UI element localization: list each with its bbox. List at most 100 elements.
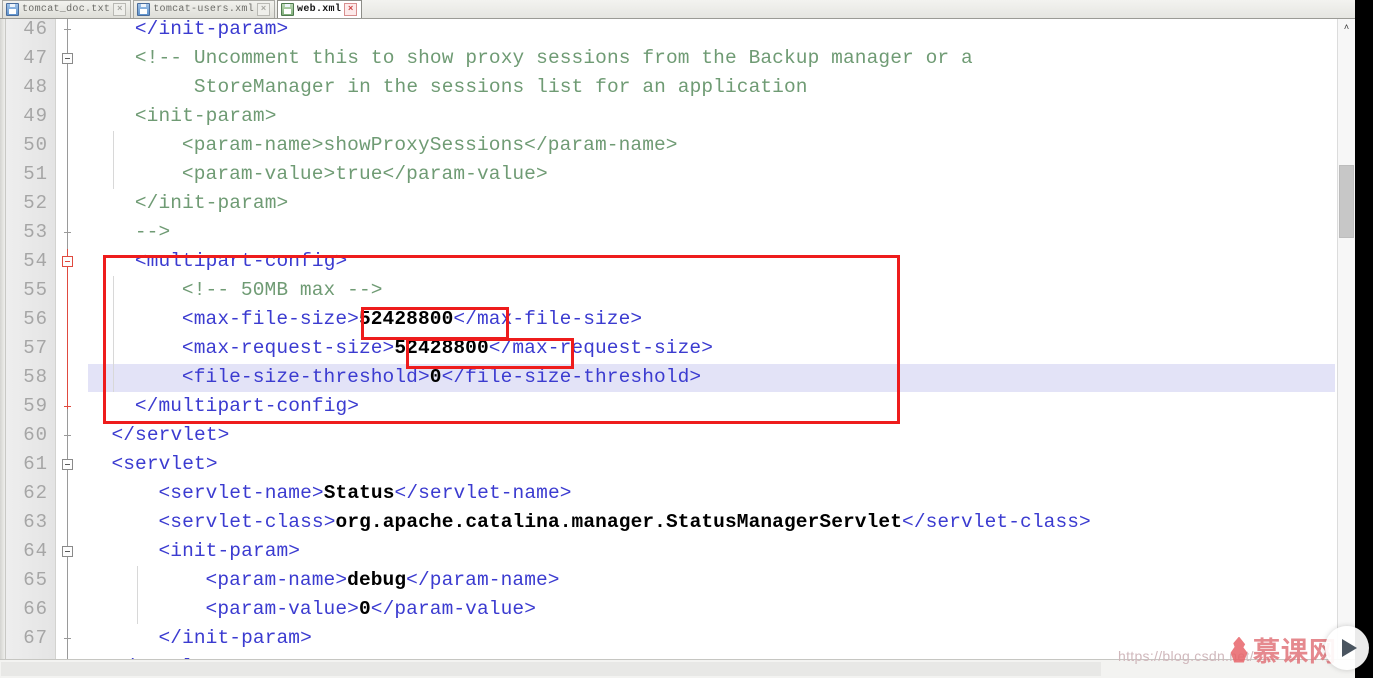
code-line[interactable]: --> <box>135 218 170 247</box>
code-line[interactable]: <max-file-size>52428800</max-file-size> <box>158 305 642 334</box>
floppy-disk-icon <box>281 3 295 16</box>
code-tag: </servlet-class> <box>902 511 1091 533</box>
code-tag: </max-request-size> <box>488 337 714 359</box>
code-line[interactable]: <param-name>showProxySessions</param-nam… <box>158 131 678 160</box>
code-line[interactable]: <param-value>true</param-value> <box>158 160 548 189</box>
code-tag: </file-size-threshold> <box>441 366 702 388</box>
tab-label: web.xml <box>297 4 342 15</box>
code-line[interactable]: </init-param> <box>135 19 288 44</box>
tab-label: tomcat_doc.txt <box>22 4 111 15</box>
code-tag: <file-size-threshold> <box>158 366 430 388</box>
vertical-scrollbar-thumb[interactable] <box>1339 165 1354 238</box>
line-number: 54 <box>23 250 48 272</box>
code-comment: StoreManager in the sessions list for an… <box>134 76 808 98</box>
line-number: 57 <box>23 337 48 359</box>
tab-web-xml[interactable]: web.xml <box>277 0 363 18</box>
line-number: 55 <box>23 279 48 301</box>
code-comment: <param-name>showProxySessions</param-nam… <box>158 134 678 156</box>
code-tag: <servlet-class> <box>134 511 336 533</box>
code-line[interactable]: </servlet> <box>111 421 229 450</box>
code-tag: </param-name> <box>406 569 560 591</box>
line-number: 67 <box>23 627 48 649</box>
line-number: 62 <box>23 482 48 504</box>
editor-area[interactable]: 46 47 48 49 50 51 52 53 54 55 56 57 58 59 60 61 62 63 64 65… <box>0 19 1373 659</box>
code-tag: </init-param> <box>134 19 289 40</box>
site-logo: 慕课网 <box>1228 630 1337 669</box>
close-icon[interactable] <box>113 3 127 16</box>
fold-end-tick <box>64 232 71 233</box>
vertical-scrollbar[interactable]: ˄ <box>1337 19 1355 659</box>
fold-collapse-box[interactable] <box>62 459 73 470</box>
line-number: 60 <box>23 424 48 446</box>
code-line[interactable]: <servlet-name>Status</servlet-name> <box>135 479 572 508</box>
line-number: 64 <box>23 540 48 562</box>
code-line[interactable]: <init-param> <box>135 102 277 131</box>
code-line[interactable]: <param-name>debug</param-name> <box>158 566 560 595</box>
code-tag: </multipart-config> <box>134 395 360 417</box>
code-tag: </param-value> <box>370 598 536 620</box>
code-tag: <servlet-name> <box>134 482 324 504</box>
fold-end-tick <box>64 29 71 30</box>
code-tag: <param-name> <box>158 569 348 591</box>
code-tag: <max-file-size> <box>158 308 359 330</box>
line-number: 50 <box>23 134 48 156</box>
code-line[interactable]: StoreManager in the sessions list for an… <box>135 73 808 102</box>
code-line[interactable]: </multipart-config> <box>135 392 359 421</box>
line-number: 47 <box>23 47 48 69</box>
horizontal-scrollbar-thumb[interactable] <box>1 662 1101 676</box>
fold-collapse-box[interactable] <box>62 256 73 267</box>
code-tag: <param-value> <box>158 598 359 620</box>
code-line[interactable]: <servlet> <box>111 450 217 479</box>
line-number: 58 <box>23 366 48 388</box>
code-comment: <!-- 50MB max --> <box>158 279 383 301</box>
line-number: 46 <box>23 19 48 40</box>
code-line[interactable]: <file-size-threshold>0</file-size-thresh… <box>158 363 701 392</box>
code-line[interactable]: <param-value>0</param-value> <box>158 595 536 624</box>
line-number: 49 <box>23 105 48 127</box>
fold-end-tick <box>64 638 71 639</box>
line-number-gutter: 46 47 48 49 50 51 52 53 54 55 56 57 58 59 60 61 62 63 64 65… <box>6 19 56 659</box>
line-number: 53 <box>23 221 48 243</box>
code-tag: </servlet-name> <box>394 482 572 504</box>
play-icon[interactable] <box>1325 626 1369 670</box>
indent-guide <box>113 131 115 189</box>
code-line[interactable]: </init-param> <box>135 189 288 218</box>
line-number: 63 <box>23 511 48 533</box>
code-line[interactable]: <multipart-config> <box>135 247 347 276</box>
code-comment: </init-param> <box>134 192 289 214</box>
code-line[interactable]: <!-- Uncomment this to show proxy sessio… <box>135 44 973 73</box>
fold-collapse-box[interactable] <box>62 53 73 64</box>
code-value: 0 <box>429 366 442 388</box>
fold-end-tick <box>64 435 71 436</box>
code-tag: <servlet> <box>111 453 218 475</box>
floppy-disk-icon <box>137 3 151 16</box>
code-line[interactable]: <!-- 50MB max --> <box>158 276 383 305</box>
code-value: 52428800 <box>394 337 489 359</box>
code-fold-rail[interactable] <box>56 19 87 659</box>
fold-end-tick <box>64 406 71 407</box>
code-line[interactable]: <servlet-class>org.apache.catalina.manag… <box>135 508 1091 537</box>
code-line[interactable]: <max-request-size>52428800</max-request-… <box>158 334 713 363</box>
line-number: 48 <box>23 76 48 98</box>
code-value: 0 <box>358 598 371 620</box>
scroll-up-arrow-icon[interactable]: ˄ <box>1338 19 1355 36</box>
code-line[interactable]: </init-param> <box>135 624 312 653</box>
fold-collapse-box[interactable] <box>62 546 73 557</box>
code-tag: </max-file-size> <box>453 308 643 330</box>
code-value: 52428800 <box>358 308 454 330</box>
code-comment: --> <box>134 221 171 243</box>
code-content[interactable]: </init-param> <!-- Uncomment this to show… <box>88 19 1335 659</box>
code-tag: </init-param> <box>134 627 312 649</box>
floppy-disk-icon <box>6 3 19 16</box>
line-number: 66 <box>23 598 48 620</box>
line-number: 56 <box>23 308 48 330</box>
code-line[interactable]: <init-param> <box>135 537 300 566</box>
code-comment: <param-value>true</param-value> <box>158 163 548 185</box>
line-number: 51 <box>23 163 48 185</box>
tab-tomcat-doc-txt[interactable]: tomcat_doc.txt <box>2 0 132 18</box>
code-value: Status <box>323 482 395 504</box>
code-tag: </servlet> <box>111 424 230 446</box>
tab-tomcat-users-xml[interactable]: tomcat-users.xml <box>133 0 276 18</box>
close-icon[interactable] <box>344 3 358 16</box>
close-icon[interactable] <box>257 3 271 16</box>
